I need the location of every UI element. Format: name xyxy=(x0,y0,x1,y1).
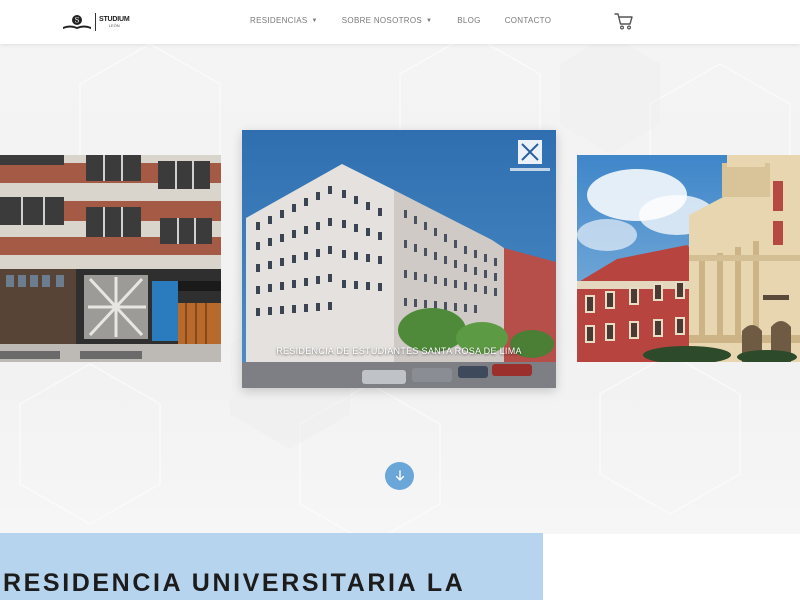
intro-panel: RESIDENCIA UNIVERSITARIA LA xyxy=(0,533,543,600)
scroll-down-button[interactable] xyxy=(385,462,414,490)
svg-text:S: S xyxy=(75,17,80,25)
caret-down-icon: ▼ xyxy=(426,17,433,24)
site-header: S STUDIUM LEÓN RESIDENCIAS ▼ SOBRE NOSOT… xyxy=(0,0,800,44)
nav-item-label: SOBRE NOSOTROS xyxy=(341,16,423,25)
carousel-slide-center[interactable]: RESIDENCIA DE ESTUDIANTES SANTA ROSA DE … xyxy=(242,130,556,388)
logo-subtitle: LEÓN xyxy=(108,23,120,28)
caret-down-icon: ▼ xyxy=(311,17,318,24)
main-nav: RESIDENCIAS ▼ SOBRE NOSOTROS ▼ BLOG CONT… xyxy=(250,16,551,25)
nav-item-label: RESIDENCIAS xyxy=(250,16,308,25)
shopping-cart-icon[interactable] xyxy=(614,12,634,30)
nav-item-contacto[interactable]: CONTACTO xyxy=(505,16,552,25)
building-photo-left xyxy=(0,155,221,362)
nav-item-residencias[interactable]: RESIDENCIAS ▼ xyxy=(250,16,318,25)
nav-item-blog[interactable]: BLOG xyxy=(457,16,480,25)
building-photo-right xyxy=(577,155,800,362)
logo-divider xyxy=(95,13,96,31)
nav-item-sobre-nosotros[interactable]: SOBRE NOSOTROS ▼ xyxy=(342,16,432,25)
slide-caption: RESIDENCIA DE ESTUDIANTES SANTA ROSA DE … xyxy=(276,346,522,356)
carousel-slide-right[interactable] xyxy=(577,155,800,362)
logo-emblem-icon: S xyxy=(63,15,91,29)
section-right-area xyxy=(543,534,800,600)
section-title: RESIDENCIA UNIVERSITARIA LA xyxy=(3,569,466,597)
arrow-down-icon xyxy=(395,470,404,481)
hero-section: RESIDENCIA DE ESTUDIANTES SANTA ROSA DE … xyxy=(0,44,800,534)
carousel-slide-left[interactable] xyxy=(0,155,221,362)
site-logo[interactable]: S STUDIUM LEÓN xyxy=(62,12,130,32)
nav-item-label: BLOG xyxy=(457,16,481,25)
nav-item-label: CONTACTO xyxy=(504,16,552,25)
logo-name: STUDIUM xyxy=(99,16,130,23)
